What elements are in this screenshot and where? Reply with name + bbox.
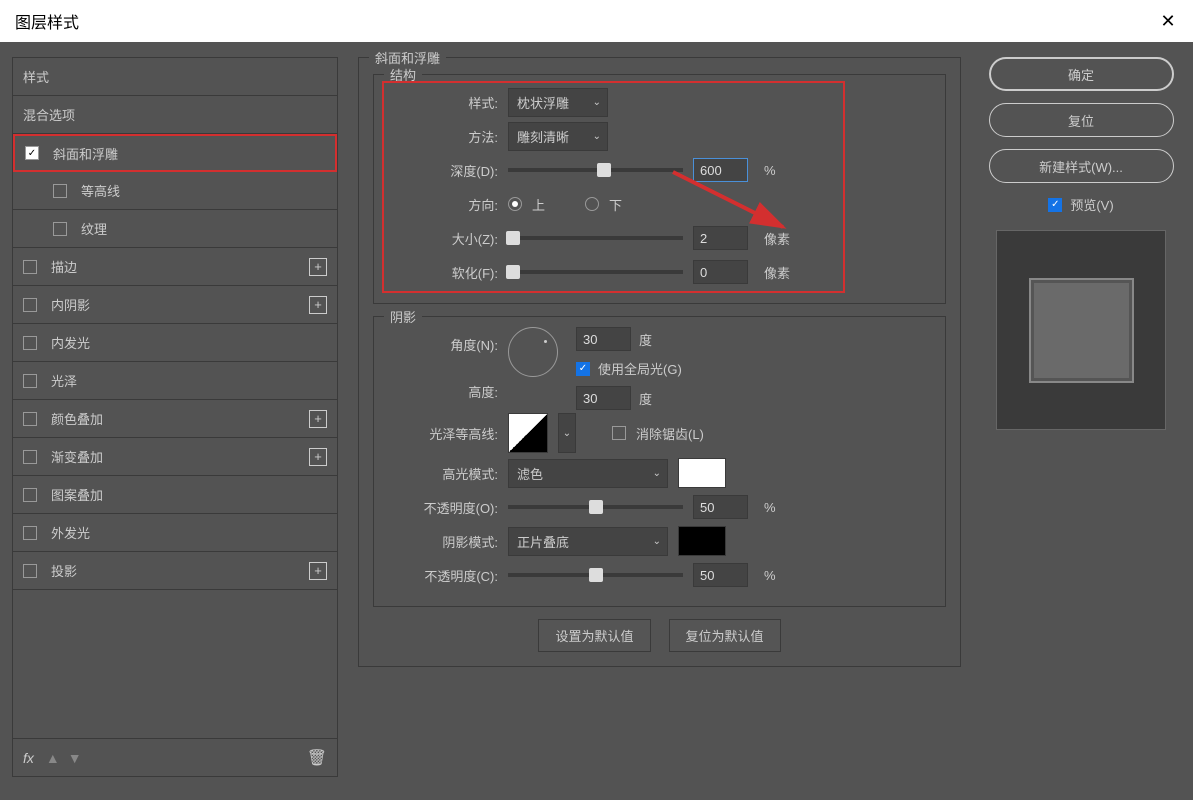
shading-group: 阴影 角度(N): 高度: 度: [373, 316, 946, 607]
antialias-checkbox[interactable]: [612, 426, 626, 440]
depth-input[interactable]: [693, 158, 748, 182]
right-panel: 确定 复位 新建样式(W)... ✓ 预览(V): [981, 57, 1181, 785]
direction-up-radio[interactable]: [508, 197, 522, 211]
checkbox-icon[interactable]: [23, 374, 37, 388]
gloss-label: 光泽等高线:: [388, 424, 498, 443]
direction-down-radio[interactable]: [585, 197, 599, 211]
method-select[interactable]: 雕刻清晰 ⌄: [508, 122, 608, 151]
checkbox-icon[interactable]: [53, 222, 67, 236]
main-panel: 斜面和浮雕 结构 样式: 枕状浮雕 ⌄ 方法: 雕刻清晰: [358, 57, 961, 785]
checkbox-icon[interactable]: [23, 260, 37, 274]
preview-label: 预览(V): [1070, 195, 1113, 214]
checkbox-icon[interactable]: [23, 412, 37, 426]
sidebar-item-contour[interactable]: 等高线: [13, 172, 337, 210]
sidebar-header-blend[interactable]: 混合选项: [13, 96, 337, 134]
method-label: 方法:: [388, 127, 498, 146]
sidebar-item-texture[interactable]: 纹理: [13, 210, 337, 248]
reset-default-button[interactable]: 复位为默认值: [669, 619, 781, 652]
style-label: 样式:: [388, 93, 498, 112]
highlight-mode-label: 高光模式:: [388, 464, 498, 483]
soften-label: 软化(F):: [388, 263, 498, 282]
chevron-down-icon: ⌄: [593, 131, 601, 142]
soften-slider[interactable]: [508, 270, 683, 274]
depth-slider[interactable]: [508, 168, 683, 172]
checkbox-icon[interactable]: [23, 336, 37, 350]
arrow-down-icon[interactable]: ▼: [68, 750, 82, 766]
altitude-input[interactable]: [576, 386, 631, 410]
styles-sidebar: 样式 混合选项 ✓ 斜面和浮雕 等高线 纹理 描边 +: [12, 57, 338, 777]
ok-button[interactable]: 确定: [989, 57, 1174, 91]
size-label: 大小(Z):: [388, 229, 498, 248]
size-slider[interactable]: [508, 236, 683, 240]
window-title: 图层样式: [15, 9, 79, 33]
titlebar: 图层样式 ✕: [0, 0, 1193, 42]
add-icon[interactable]: +: [309, 448, 327, 466]
shadow-opacity-label: 不透明度(C):: [388, 566, 498, 585]
sidebar-item-bevel[interactable]: ✓ 斜面和浮雕: [13, 134, 337, 172]
size-input[interactable]: [693, 226, 748, 250]
structure-legend: 结构: [384, 65, 422, 84]
chevron-down-icon: ⌄: [653, 468, 661, 479]
shading-legend: 阴影: [384, 307, 422, 326]
soften-input[interactable]: [693, 260, 748, 284]
depth-label: 深度(D):: [388, 161, 498, 180]
fx-icon[interactable]: fx: [23, 750, 34, 766]
sidebar-item-outer-glow[interactable]: 外发光: [13, 514, 337, 552]
checkbox-icon[interactable]: [23, 298, 37, 312]
set-default-button[interactable]: 设置为默认值: [538, 619, 650, 652]
preview-checkbox[interactable]: ✓: [1048, 198, 1062, 212]
sidebar-item-pattern-overlay[interactable]: 图案叠加: [13, 476, 337, 514]
sidebar-footer: fx ▲ ▼ 🗑: [13, 738, 337, 776]
shadow-mode-select[interactable]: 正片叠底 ⌄: [508, 527, 668, 556]
sidebar-header-styles[interactable]: 样式: [13, 58, 337, 96]
sidebar-item-inner-shadow[interactable]: 内阴影 +: [13, 286, 337, 324]
sidebar-item-color-overlay[interactable]: 颜色叠加 +: [13, 400, 337, 438]
close-icon[interactable]: ✕: [1143, 0, 1193, 42]
altitude-label: 高度:: [388, 382, 498, 401]
chevron-down-icon: ⌄: [653, 536, 661, 547]
add-icon[interactable]: +: [309, 296, 327, 314]
angle-control[interactable]: [508, 327, 558, 377]
global-light-checkbox[interactable]: ✓: [576, 362, 590, 376]
shadow-color-swatch[interactable]: [678, 526, 726, 556]
preview-box: [996, 230, 1166, 430]
reset-button[interactable]: 复位: [989, 103, 1174, 137]
chevron-down-icon: ⌄: [593, 97, 601, 108]
bevel-panel: 斜面和浮雕 结构 样式: 枕状浮雕 ⌄ 方法: 雕刻清晰: [358, 57, 961, 667]
gloss-contour-swatch[interactable]: [508, 413, 548, 453]
highlight-mode-select[interactable]: 滤色 ⌄: [508, 459, 668, 488]
shadow-mode-label: 阴影模式:: [388, 532, 498, 551]
trash-icon[interactable]: 🗑: [307, 748, 327, 768]
sidebar-item-gradient-overlay[interactable]: 渐变叠加 +: [13, 438, 337, 476]
sidebar-item-satin[interactable]: 光泽: [13, 362, 337, 400]
angle-input[interactable]: [576, 327, 631, 351]
gloss-contour-dropdown[interactable]: ⌄: [558, 413, 576, 453]
sidebar-item-inner-glow[interactable]: 内发光: [13, 324, 337, 362]
add-icon[interactable]: +: [309, 562, 327, 580]
arrow-up-icon[interactable]: ▲: [46, 750, 60, 766]
checkbox-icon[interactable]: [53, 184, 67, 198]
highlight-color-swatch[interactable]: [678, 458, 726, 488]
shadow-opacity-slider[interactable]: [508, 573, 683, 577]
new-style-button[interactable]: 新建样式(W)...: [989, 149, 1174, 183]
highlight-opacity-slider[interactable]: [508, 505, 683, 509]
checkbox-icon[interactable]: [23, 450, 37, 464]
checkbox-icon[interactable]: [23, 488, 37, 502]
sidebar-item-drop-shadow[interactable]: 投影 +: [13, 552, 337, 590]
checkbox-icon[interactable]: [23, 526, 37, 540]
add-icon[interactable]: +: [309, 410, 327, 428]
add-icon[interactable]: +: [309, 258, 327, 276]
direction-label: 方向:: [388, 195, 498, 214]
structure-group: 结构 样式: 枕状浮雕 ⌄ 方法: 雕刻清晰 ⌄: [373, 74, 946, 304]
shadow-opacity-input[interactable]: [693, 563, 748, 587]
style-select[interactable]: 枕状浮雕 ⌄: [508, 88, 608, 117]
angle-label: 角度(N):: [388, 335, 498, 354]
highlight-opacity-input[interactable]: [693, 495, 748, 519]
highlight-opacity-label: 不透明度(O):: [388, 498, 498, 517]
checkbox-icon[interactable]: ✓: [25, 146, 39, 160]
sidebar-item-stroke[interactable]: 描边 +: [13, 248, 337, 286]
checkbox-icon[interactable]: [23, 564, 37, 578]
preview-swatch: [1029, 278, 1134, 383]
